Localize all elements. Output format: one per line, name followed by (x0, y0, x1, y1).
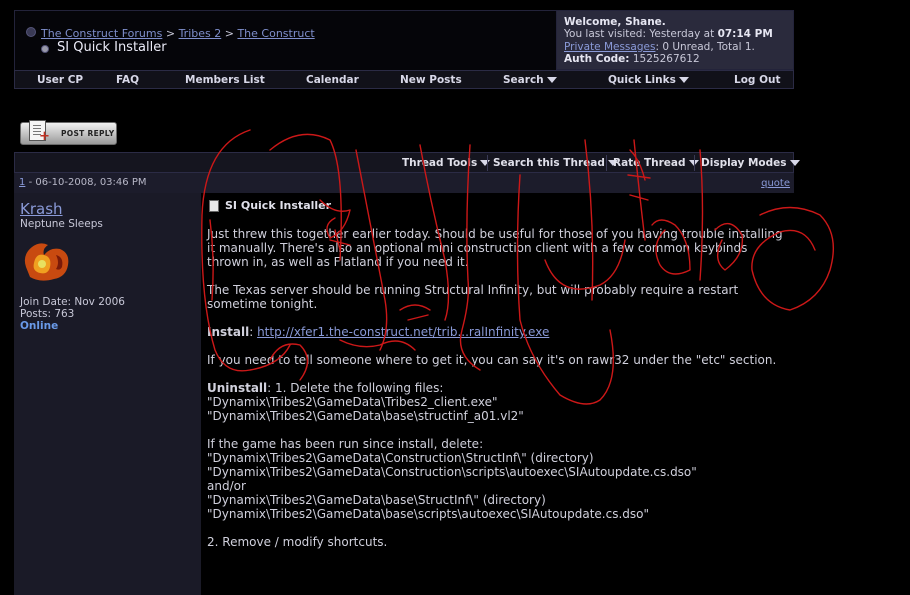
post-paragraph: The Texas server should be running Struc… (207, 283, 739, 311)
display-modes-menu[interactable]: Display Modes (701, 157, 800, 169)
tool-label: Rate Thread (613, 157, 686, 169)
uninstall-block: Uninstall: 1. Delete the following files… (207, 381, 787, 423)
rate-thread-menu[interactable]: Rate Thread (613, 157, 699, 169)
tool-label: Display Modes (701, 157, 787, 169)
and-or-text: and/or (207, 479, 246, 493)
thread-tools-menu[interactable]: Thread Tools (402, 157, 491, 169)
plus-icon: + (39, 129, 50, 144)
file-path: "Dynamix\Tribes2\GameData\base\StructInf… (207, 493, 546, 507)
online-status: Online (20, 320, 59, 332)
install-sep: : (249, 325, 258, 339)
welcome-greeting: Welcome, Shane. (564, 16, 666, 28)
welcome-panel: Welcome, Shane. You last visited: Yester… (556, 10, 794, 70)
install-download-link[interactable]: http://xfer1.the-construct.net/trib...ra… (257, 325, 549, 339)
divider (694, 155, 695, 171)
auth-code-value: 1525267612 (632, 52, 700, 65)
install-label: Install (207, 325, 250, 339)
last-visited-label: You last visited: Yesterday at (564, 28, 715, 41)
quote-link[interactable]: quote (761, 178, 790, 189)
document-icon (209, 200, 219, 212)
thread-tools-bar: Thread Tools Search this Thread Rate Thr… (14, 152, 800, 173)
tool-label: Search this Thread (493, 157, 605, 169)
author-title: Neptune Sleeps (20, 218, 103, 230)
file-path: "Dynamix\Tribes2\GameData\base\scripts\a… (207, 507, 649, 521)
breadcrumb-link-tribes2[interactable]: Tribes 2 (179, 27, 222, 40)
author-join-date: Join Date: Nov 2006 (20, 296, 125, 308)
chevron-down-icon (546, 77, 557, 83)
search-thread-menu[interactable]: Search this Thread (493, 157, 618, 169)
uninstall-step: : 1. Delete the following files: (267, 381, 444, 395)
post-meta: 1 - 06-10-2008, 03:46 PM (19, 177, 146, 188)
post-message: SI Quick Installer Just threw this toget… (201, 193, 794, 595)
divider (487, 155, 488, 171)
bullet-icon (41, 45, 49, 53)
post-reply-label: POST REPLY (61, 129, 115, 138)
uninstall-label: Uninstall (207, 381, 268, 395)
file-path: "Dynamix\Tribes2\GameData\Construction\S… (207, 451, 594, 465)
nav-search[interactable]: Search (503, 74, 557, 86)
nav-label: New Posts (400, 74, 462, 86)
file-path: "Dynamix\Tribes2\GameData\Tribes2_client… (207, 395, 498, 409)
divider (606, 155, 607, 171)
post-header: 1 - 06-10-2008, 03:46 PM quote (14, 173, 794, 193)
nav-label: FAQ (116, 74, 140, 86)
post-paragraph: If you need to tell someone where to get… (207, 353, 777, 367)
avatar (24, 243, 69, 281)
main-navbar: User CP FAQ Members List Calendar New Po… (14, 70, 794, 89)
breadcrumb-panel: The Construct Forums > Tribes 2 > The Co… (14, 10, 557, 72)
nav-label: Quick Links (608, 74, 676, 86)
file-path: "Dynamix\Tribes2\GameData\Construction\s… (207, 465, 697, 479)
breadcrumb-separator: > (224, 27, 234, 40)
tool-label: Thread Tools (402, 157, 478, 169)
author-post-count: Posts: 763 (20, 308, 75, 320)
breadcrumb-link-construct[interactable]: The Construct (237, 27, 314, 40)
post-reply-button[interactable]: + POST REPLY (20, 120, 117, 145)
chevron-down-icon (789, 160, 800, 166)
nav-label: Members List (185, 74, 265, 86)
chevron-down-icon (480, 160, 491, 166)
breadcrumb-link-forums[interactable]: The Construct Forums (41, 27, 162, 40)
auth-code-label: Auth Code: (564, 52, 630, 65)
post-title-text: SI Quick Installer (225, 199, 332, 212)
post-date: - 06-10-2008, 03:46 PM (28, 177, 147, 188)
post-title: SI Quick Installer (209, 199, 331, 212)
nav-faq[interactable]: FAQ (116, 74, 139, 86)
nav-members-list[interactable]: Members List (185, 74, 265, 86)
nav-label: Log Out (734, 74, 781, 86)
nav-log-out[interactable]: Log Out (734, 74, 781, 86)
page-title: SI Quick Installer (57, 40, 167, 55)
post-paragraph: Just threw this together earlier today. … (207, 227, 783, 269)
private-messages-link[interactable]: Private Messages (564, 41, 655, 53)
post-body: Just threw this together earlier today. … (207, 227, 787, 563)
last-visited-time: 07:14 PM (717, 28, 773, 41)
nav-label: Search (503, 74, 544, 86)
breadcrumb-separator: > (165, 27, 176, 40)
divider (15, 155, 16, 171)
post-author-panel: Krash Neptune Sleeps Join Date: Nov 2006… (14, 193, 201, 595)
nav-quick-links[interactable]: Quick Links (608, 74, 689, 86)
nav-label: User CP (37, 74, 84, 86)
private-messages-status: : 0 Unread, Total 1. (655, 40, 755, 53)
nav-calendar[interactable]: Calendar (306, 74, 359, 86)
file-path: "Dynamix\Tribes2\GameData\base\structinf… (207, 409, 524, 423)
nav-user-cp[interactable]: User CP (37, 74, 83, 86)
install-line: Install: http://xfer1.the-construct.net/… (207, 325, 787, 339)
post-paragraph: 2. Remove / modify shortcuts. (207, 535, 388, 549)
bullet-icon (26, 27, 36, 37)
nav-new-posts[interactable]: New Posts (400, 74, 462, 86)
nav-label: Calendar (306, 74, 359, 86)
author-username-link[interactable]: Krash (20, 200, 63, 218)
breadcrumb: The Construct Forums > Tribes 2 > The Co… (41, 27, 315, 40)
cleanup-block: If the game has been run since install, … (207, 437, 787, 521)
chevron-down-icon (678, 77, 689, 83)
post-number-link[interactable]: 1 (19, 177, 25, 188)
cleanup-label: If the game has been run since install, … (207, 437, 484, 451)
